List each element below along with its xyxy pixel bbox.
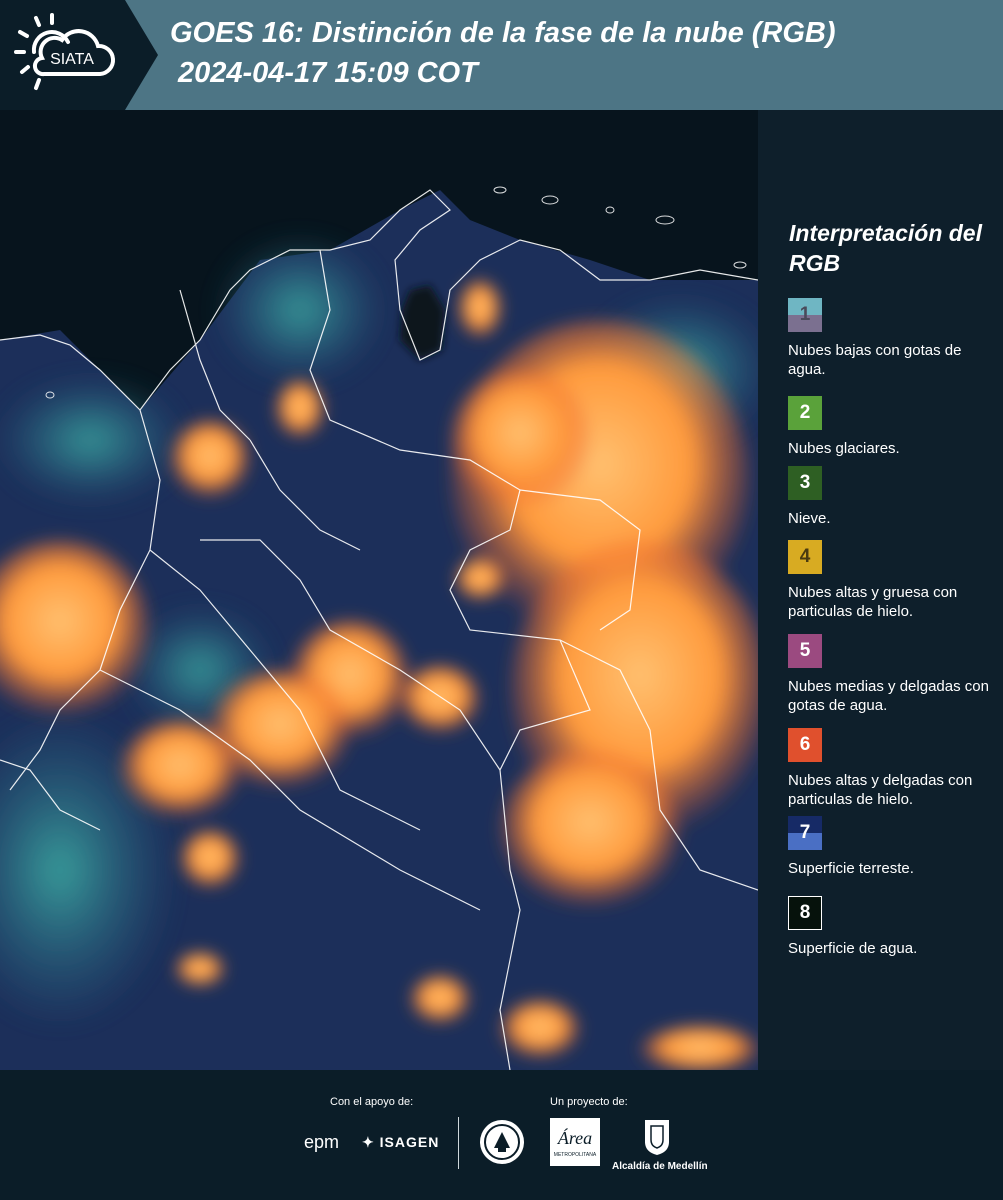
legend-swatch: 7 (788, 816, 822, 850)
legend-label: Nubes glaciares. (788, 440, 900, 457)
header: SIATA GOES 16: Distinción de la fase de … (0, 0, 1003, 110)
alcaldia-label: Alcaldía de Medellín (612, 1161, 708, 1172)
legend-number: 5 (799, 640, 811, 661)
svg-text:SIATA: SIATA (50, 51, 94, 68)
legend-label: Nubes medias y delgadas con gotas de agu… (788, 678, 989, 714)
legend-swatch: 1 (788, 298, 822, 332)
alcaldia-logo[interactable]: Alcaldía de Medellín (612, 1118, 708, 1172)
legend-item-6: 6 Nubes altas y delgadas con particulas d… (788, 728, 998, 809)
legend-number: 3 (799, 472, 811, 493)
project-label: Un proyecto de: (550, 1096, 628, 1108)
legend-label: Nubes altas y gruesa con particulas de h… (788, 584, 958, 620)
area-metropolitana-logo[interactable]: Área METROPOLITANA (550, 1118, 600, 1171)
isagen-logo[interactable]: ✦ ISAGEN (362, 1134, 439, 1151)
svg-text:METROPOLITANA: METROPOLITANA (554, 1152, 597, 1158)
legend-label: Nieve. (788, 510, 831, 527)
legend-item-5: 5 Nubes medias y delgadas con gotas de ag… (788, 634, 998, 715)
medellin-seal-logo[interactable] (478, 1118, 526, 1171)
legend-number: 7 (799, 822, 811, 843)
legend-label: Nubes bajas con gotas de agua. (788, 342, 962, 378)
satellite-map[interactable] (0, 110, 758, 1070)
isagen-label: ISAGEN (379, 1134, 440, 1150)
legend-swatch: 8 (788, 896, 822, 930)
legend-label: Superficie de agua. (788, 940, 918, 957)
epm-logo[interactable]: epm (304, 1132, 339, 1153)
support-label: Con el apoyo de: (330, 1096, 414, 1108)
legend-item-8: 8 Superficie de agua. (788, 896, 998, 958)
footer: Con el apoyo de: Un proyecto de: epm ✦ I… (0, 1070, 1003, 1200)
legend-number: 1 (799, 304, 811, 325)
satellite-image (0, 110, 758, 1070)
legend-swatch: 4 (788, 540, 822, 574)
area-logo-icon: Área METROPOLITANA (550, 1118, 600, 1166)
sun-cloud-icon: SIATA (14, 13, 116, 90)
legend-label: Nubes altas y delgadas con particulas de… (788, 772, 973, 808)
legend-swatch: 5 (788, 634, 822, 668)
legend-item-1: 1 Nubes bajas con gotas de agua. (788, 298, 998, 379)
svg-text:Área: Área (557, 1127, 592, 1148)
legend-item-3: 3 Nieve. (788, 466, 998, 528)
legend-number: 6 (799, 734, 811, 755)
legend-title: Interpretación del RGB (789, 220, 982, 276)
legend-swatch: 6 (788, 728, 822, 762)
legend-number: 8 (799, 902, 811, 923)
legend-number: 4 (799, 546, 811, 567)
legend-item-7: 7 Superficie terreste. (788, 816, 998, 878)
legend-swatch: 2 (788, 396, 822, 430)
legend-label: Superficie terreste. (788, 860, 914, 877)
alcaldia-shield-icon (645, 1120, 669, 1155)
legend-item-4: 4 Nubes altas y gruesa con particulas de … (788, 540, 998, 621)
footer-divider (458, 1117, 459, 1169)
legend-panel: Interpretación del RGB 1 Nubes bajas con … (758, 110, 1003, 1070)
page-title: GOES 16: Distinción de la fase de la nub… (170, 17, 836, 49)
legend-number: 2 (799, 402, 811, 423)
legend-swatch: 3 (788, 466, 822, 500)
legend-item-2: 2 Nubes glaciares. (788, 396, 998, 458)
siata-logo[interactable]: SIATA (0, 0, 158, 110)
page-timestamp: 2024-04-17 15:09 COT (178, 57, 478, 89)
isagen-star-icon: ✦ (362, 1134, 375, 1150)
seal-icon (480, 1120, 524, 1164)
